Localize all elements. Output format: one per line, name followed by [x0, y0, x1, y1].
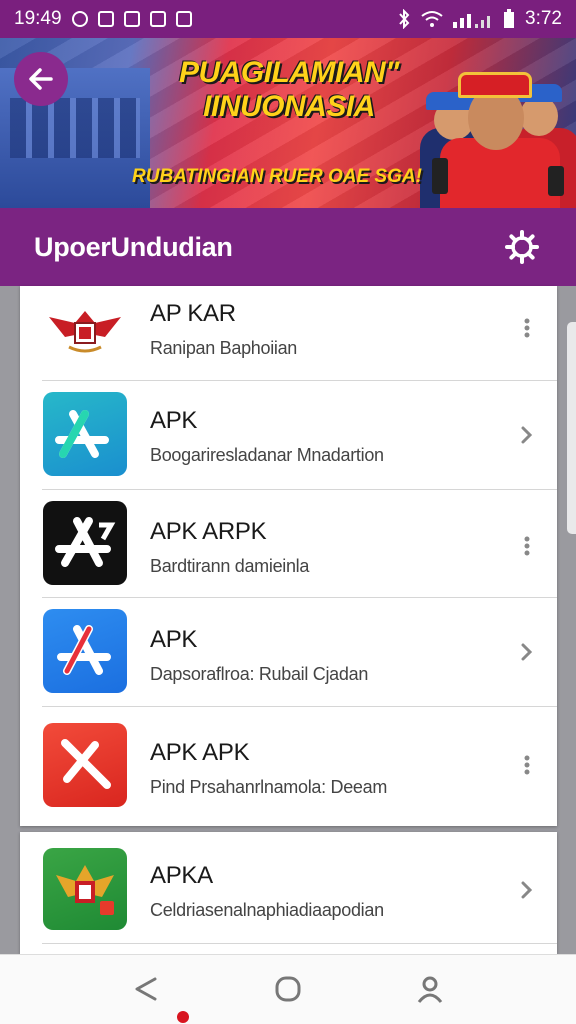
app-store-blue-icon [43, 609, 127, 693]
app-description: Boogariresladanar Mnadartion [150, 445, 384, 465]
app-description: Dapsoraflroa: Rubail Cjadan [150, 664, 369, 684]
app-name: APK APK [150, 739, 250, 766]
app-description: Bardtirann damieinla [150, 556, 310, 576]
list-item[interactable]: APK Boogariresladanar Mnadartion [20, 381, 557, 490]
chevron-right-icon [521, 643, 533, 661]
apk-list-secondary: APKA Celdriasenalnaphiadiaapodian [20, 832, 557, 954]
more-icon [524, 755, 530, 775]
status-right: 3:72 [397, 8, 562, 30]
arrow-left-icon [29, 68, 53, 90]
gear-icon [505, 230, 539, 264]
list-item[interactable]: APK APK Pind Prsahanrlnamola: Deeam [20, 707, 557, 826]
gallery-icon [123, 11, 140, 27]
more-button[interactable] [513, 532, 541, 560]
list-item[interactable]: AP KAR Ranipan Baphoiian [20, 286, 557, 381]
app-name: APKA [150, 862, 213, 889]
chevron-right-icon [521, 881, 533, 899]
list-item[interactable]: APKA Celdriasenalnaphiadiaapodian [20, 832, 557, 944]
more-button[interactable] [513, 314, 541, 342]
garuda-emblem-icon [43, 286, 127, 376]
app-store-teal-icon [43, 392, 127, 476]
open-button[interactable] [513, 638, 541, 666]
more-button[interactable] [513, 751, 541, 779]
chevron-right-icon [521, 426, 533, 444]
row-text: APK ARPK Bardtirann damieinla [150, 518, 309, 577]
home-button[interactable] [270, 971, 306, 1007]
navigation-bar [0, 954, 576, 1024]
banner-title: PUAGILAMIAN" IINUONASIA [179, 56, 399, 123]
message-icon [97, 11, 114, 27]
back-button[interactable] [14, 52, 68, 106]
notification-dot [177, 1011, 189, 1023]
app-red-icon [43, 723, 127, 807]
scrollbar[interactable] [567, 322, 576, 534]
apk-list: AP KAR Ranipan Baphoiian APK Boogariresl… [20, 286, 557, 826]
settings-button[interactable] [502, 227, 542, 267]
officer-illustration [420, 72, 576, 208]
user-icon [417, 976, 443, 1003]
battery-icon [504, 9, 515, 28]
list-item[interactable]: APK Dapsoraflroa: Rubail Cjadan [20, 598, 557, 707]
divider [42, 943, 557, 944]
app-name: AP KAR [150, 300, 236, 327]
open-button[interactable] [513, 421, 541, 449]
banner-subtitle: RUBATINGIAN RUER OAE SGA! [132, 166, 422, 187]
status-left: 19:49 [14, 8, 192, 30]
status-bar: 19:49 3:72 [0, 0, 576, 38]
app-store-black-icon [43, 501, 127, 585]
app-header: UpoerUndudian [0, 208, 576, 286]
row-text: APK APK Pind Prsahanrlnamola: Deeam [150, 739, 387, 798]
app-name: APK [150, 407, 198, 434]
app-name: APK ARPK [150, 518, 267, 545]
more-icon [524, 536, 530, 556]
share-button[interactable] [128, 971, 164, 1007]
notification-icon [71, 11, 88, 27]
more-icon [524, 318, 530, 338]
row-text: AP KAR Ranipan Baphoiian [150, 300, 297, 359]
bluetooth-icon [399, 9, 410, 29]
app-name: APK [150, 626, 198, 653]
promo-banner[interactable]: PUAGILAMIAN" IINUONASIA RUBATINGIAN RUER… [0, 38, 576, 208]
row-text: APK Boogariresladanar Mnadartion [150, 407, 384, 466]
list-item[interactable]: APK ARPK Bardtirann damieinla [20, 490, 557, 598]
page-title: UpoerUndudian [34, 231, 233, 262]
share-icon [135, 977, 157, 1001]
wifi-icon [421, 11, 443, 27]
home-circle-icon [275, 976, 301, 1002]
status-time: 19:49 [14, 8, 62, 29]
garuda-green-icon [43, 848, 127, 930]
app-description: Pind Prsahanrlnamola: Deeam [150, 777, 388, 797]
row-text: APKA Celdriasenalnaphiadiaapodian [150, 862, 384, 921]
edit-icon [149, 11, 166, 27]
open-button[interactable] [513, 876, 541, 904]
status-battery-text: 3:72 [525, 8, 562, 29]
row-text: APK Dapsoraflroa: Rubail Cjadan [150, 626, 368, 685]
video-icon [175, 11, 192, 27]
app-description: Celdriasenalnaphiadiaapodian [150, 900, 384, 920]
signal-icon [453, 14, 491, 28]
app-description: Ranipan Baphoiian [150, 338, 298, 358]
profile-button[interactable] [412, 971, 448, 1007]
